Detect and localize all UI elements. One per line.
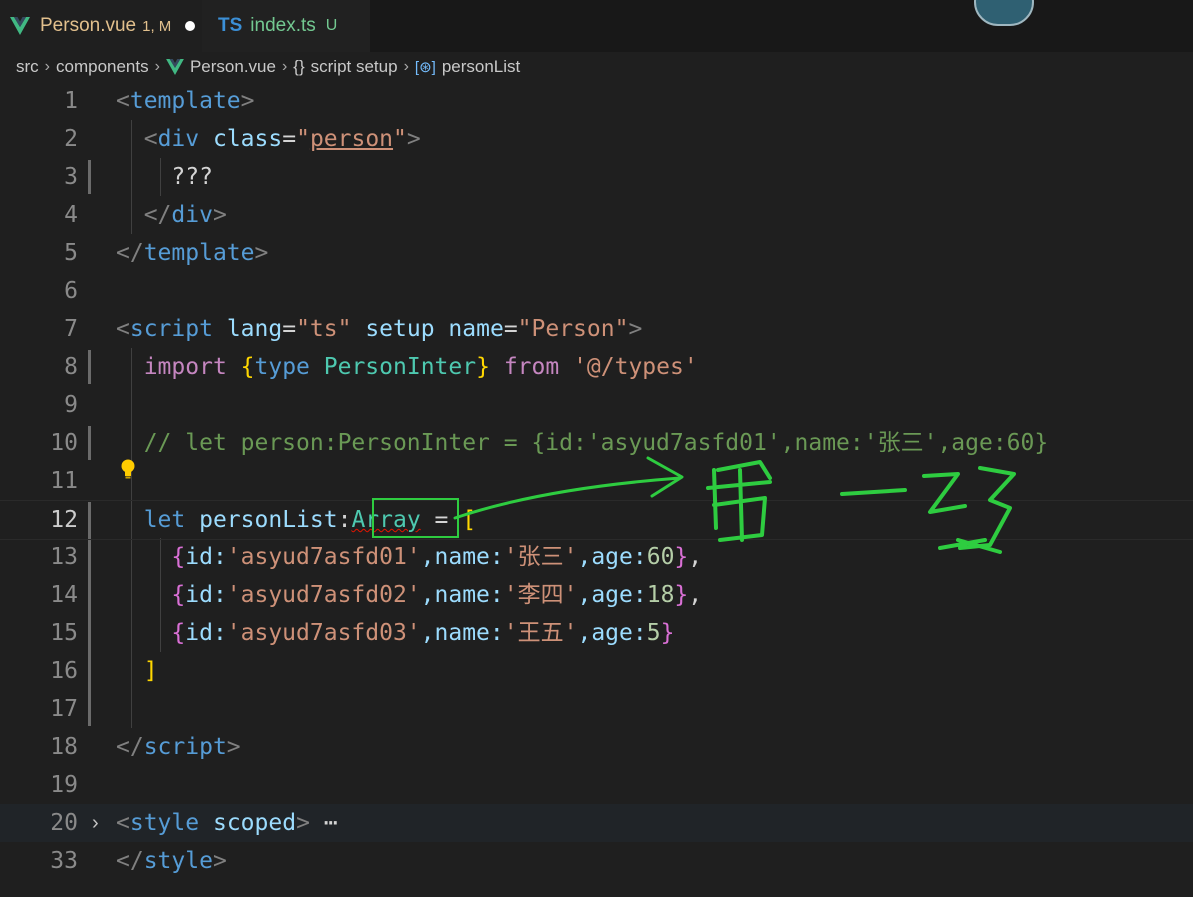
code-line: 6 — [0, 272, 1193, 310]
breadcrumb: src › components › Person.vue › {} scrip… — [16, 56, 520, 78]
chevron-right-icon: › — [281, 58, 288, 75]
line-number: 11 — [50, 468, 78, 494]
code-line: 15 {id:'asyud7asfd03',name:'王五',age:5} — [0, 614, 1193, 652]
line-number: 3 — [64, 164, 78, 190]
code-line: 16 ] — [0, 652, 1193, 690]
line-number: 8 — [64, 354, 78, 380]
line-number: 2 — [64, 126, 78, 152]
line-number: 18 — [50, 734, 78, 760]
folded-ellipsis: ⋯ — [323, 810, 338, 836]
line-number: 4 — [64, 202, 78, 228]
code-text: <div class="person"> — [143, 126, 421, 152]
code-text: {id:'asyud7asfd02',name:'李四',age:18}, — [171, 582, 703, 608]
line-number: 10 — [50, 430, 78, 456]
typescript-icon: TS — [218, 15, 243, 36]
code-line: 18 </script> — [0, 728, 1193, 766]
breadcrumb-person-list[interactable]: personList — [442, 57, 520, 77]
line-number: 16 — [50, 658, 78, 684]
vue-logo-icon — [166, 59, 184, 75]
breadcrumb-file[interactable]: Person.vue — [190, 57, 276, 77]
avatar — [974, 0, 1034, 26]
tab-bar: Person.vue 1, M TS index.ts U — [0, 0, 1193, 52]
line-number: 13 — [50, 544, 78, 570]
tab-person-vue[interactable]: Person.vue 1, M — [0, 0, 202, 52]
code-text: import {type PersonInter} from '@/types' — [143, 354, 698, 380]
breadcrumb-src[interactable]: src — [16, 57, 39, 77]
line-number: 33 — [50, 848, 78, 874]
line-number: 6 — [64, 278, 78, 304]
code-line: 11 — [0, 462, 1193, 500]
code-line-current: 12 let personList:Array = [ — [0, 500, 1193, 540]
code-line: 2 <div class="person"> — [0, 120, 1193, 158]
variable-symbol-icon: [⊛] — [414, 59, 436, 76]
breadcrumb-components[interactable]: components — [56, 57, 149, 77]
tab-index-ts[interactable]: TS index.ts U — [202, 0, 370, 52]
tab-label: Person.vue — [40, 15, 137, 36]
code-line: 9 — [0, 386, 1193, 424]
code-line: 8 import {type PersonInter} from '@/type… — [0, 348, 1193, 386]
code-text: {id:'asyud7asfd03',name:'王五',age:5} — [171, 620, 675, 646]
error-token: Array — [351, 507, 421, 533]
vue-logo-icon — [10, 17, 30, 35]
line-number: 14 — [50, 582, 78, 608]
code-line: 17 — [0, 690, 1193, 728]
line-number: 19 — [50, 772, 78, 798]
braces-icon: {} — [293, 57, 305, 76]
tab-label: index.ts — [250, 15, 316, 36]
code-line: 4 </div> — [0, 196, 1193, 234]
line-number: 17 — [50, 696, 78, 722]
code-text: let personList:Array = [ — [143, 507, 477, 533]
code-text: <style scoped> ⋯ — [116, 810, 338, 836]
code-line: 1 <template> — [0, 82, 1193, 120]
chevron-right-icon: › — [403, 58, 409, 75]
line-number: 1 — [64, 88, 78, 114]
code-line-folded: 20 › <style scoped> ⋯ — [0, 804, 1193, 842]
code-text: </div> — [143, 202, 227, 228]
code-line: 19 — [0, 766, 1193, 804]
line-number: 12 — [50, 507, 78, 533]
tab-status: U — [325, 17, 338, 34]
chevron-right-icon: › — [154, 58, 160, 75]
code-text: ] — [143, 658, 158, 684]
chevron-right-icon: › — [44, 58, 50, 75]
line-number: 15 — [50, 620, 78, 646]
code-comment: // let person:PersonInter = {id:'asyud7a… — [143, 430, 1049, 456]
code-line: 3 ??? — [0, 158, 1193, 196]
code-line: 33 </style> — [0, 842, 1193, 880]
code-text: </script> — [116, 734, 241, 760]
code-editor[interactable]: 1 <template> 2 <div class="person"> 3 ??… — [0, 82, 1193, 882]
breadcrumb-script-setup[interactable]: script setup — [311, 57, 398, 77]
lightbulb-icon[interactable] — [119, 458, 137, 480]
line-number: 9 — [64, 392, 78, 418]
code-line: 10 // let person:PersonInter = {id:'asyu… — [0, 424, 1193, 462]
code-line: 7 <script lang="ts" setup name="Person"> — [0, 310, 1193, 348]
chevron-right-icon[interactable]: › — [92, 804, 99, 842]
code-text: </style> — [116, 848, 227, 874]
code-text: <script lang="ts" setup name="Person"> — [116, 316, 643, 342]
code-text: {id:'asyud7asfd01',name:'张三',age:60}, — [171, 544, 703, 570]
line-number: 7 — [64, 316, 78, 342]
code-text: <template> — [116, 88, 255, 114]
code-line: 5 </template> — [0, 234, 1193, 272]
code-text: </template> — [116, 240, 269, 266]
unsaved-dot-icon[interactable] — [185, 21, 196, 31]
line-number: 5 — [64, 240, 78, 266]
code-text: ??? — [171, 164, 213, 190]
line-number: 20 — [50, 810, 78, 836]
code-line: 14 {id:'asyud7asfd02',name:'李四',age:18}, — [0, 576, 1193, 614]
code-line: 13 {id:'asyud7asfd01',name:'张三',age:60}, — [0, 538, 1193, 576]
tab-status: 1, M — [142, 17, 172, 35]
